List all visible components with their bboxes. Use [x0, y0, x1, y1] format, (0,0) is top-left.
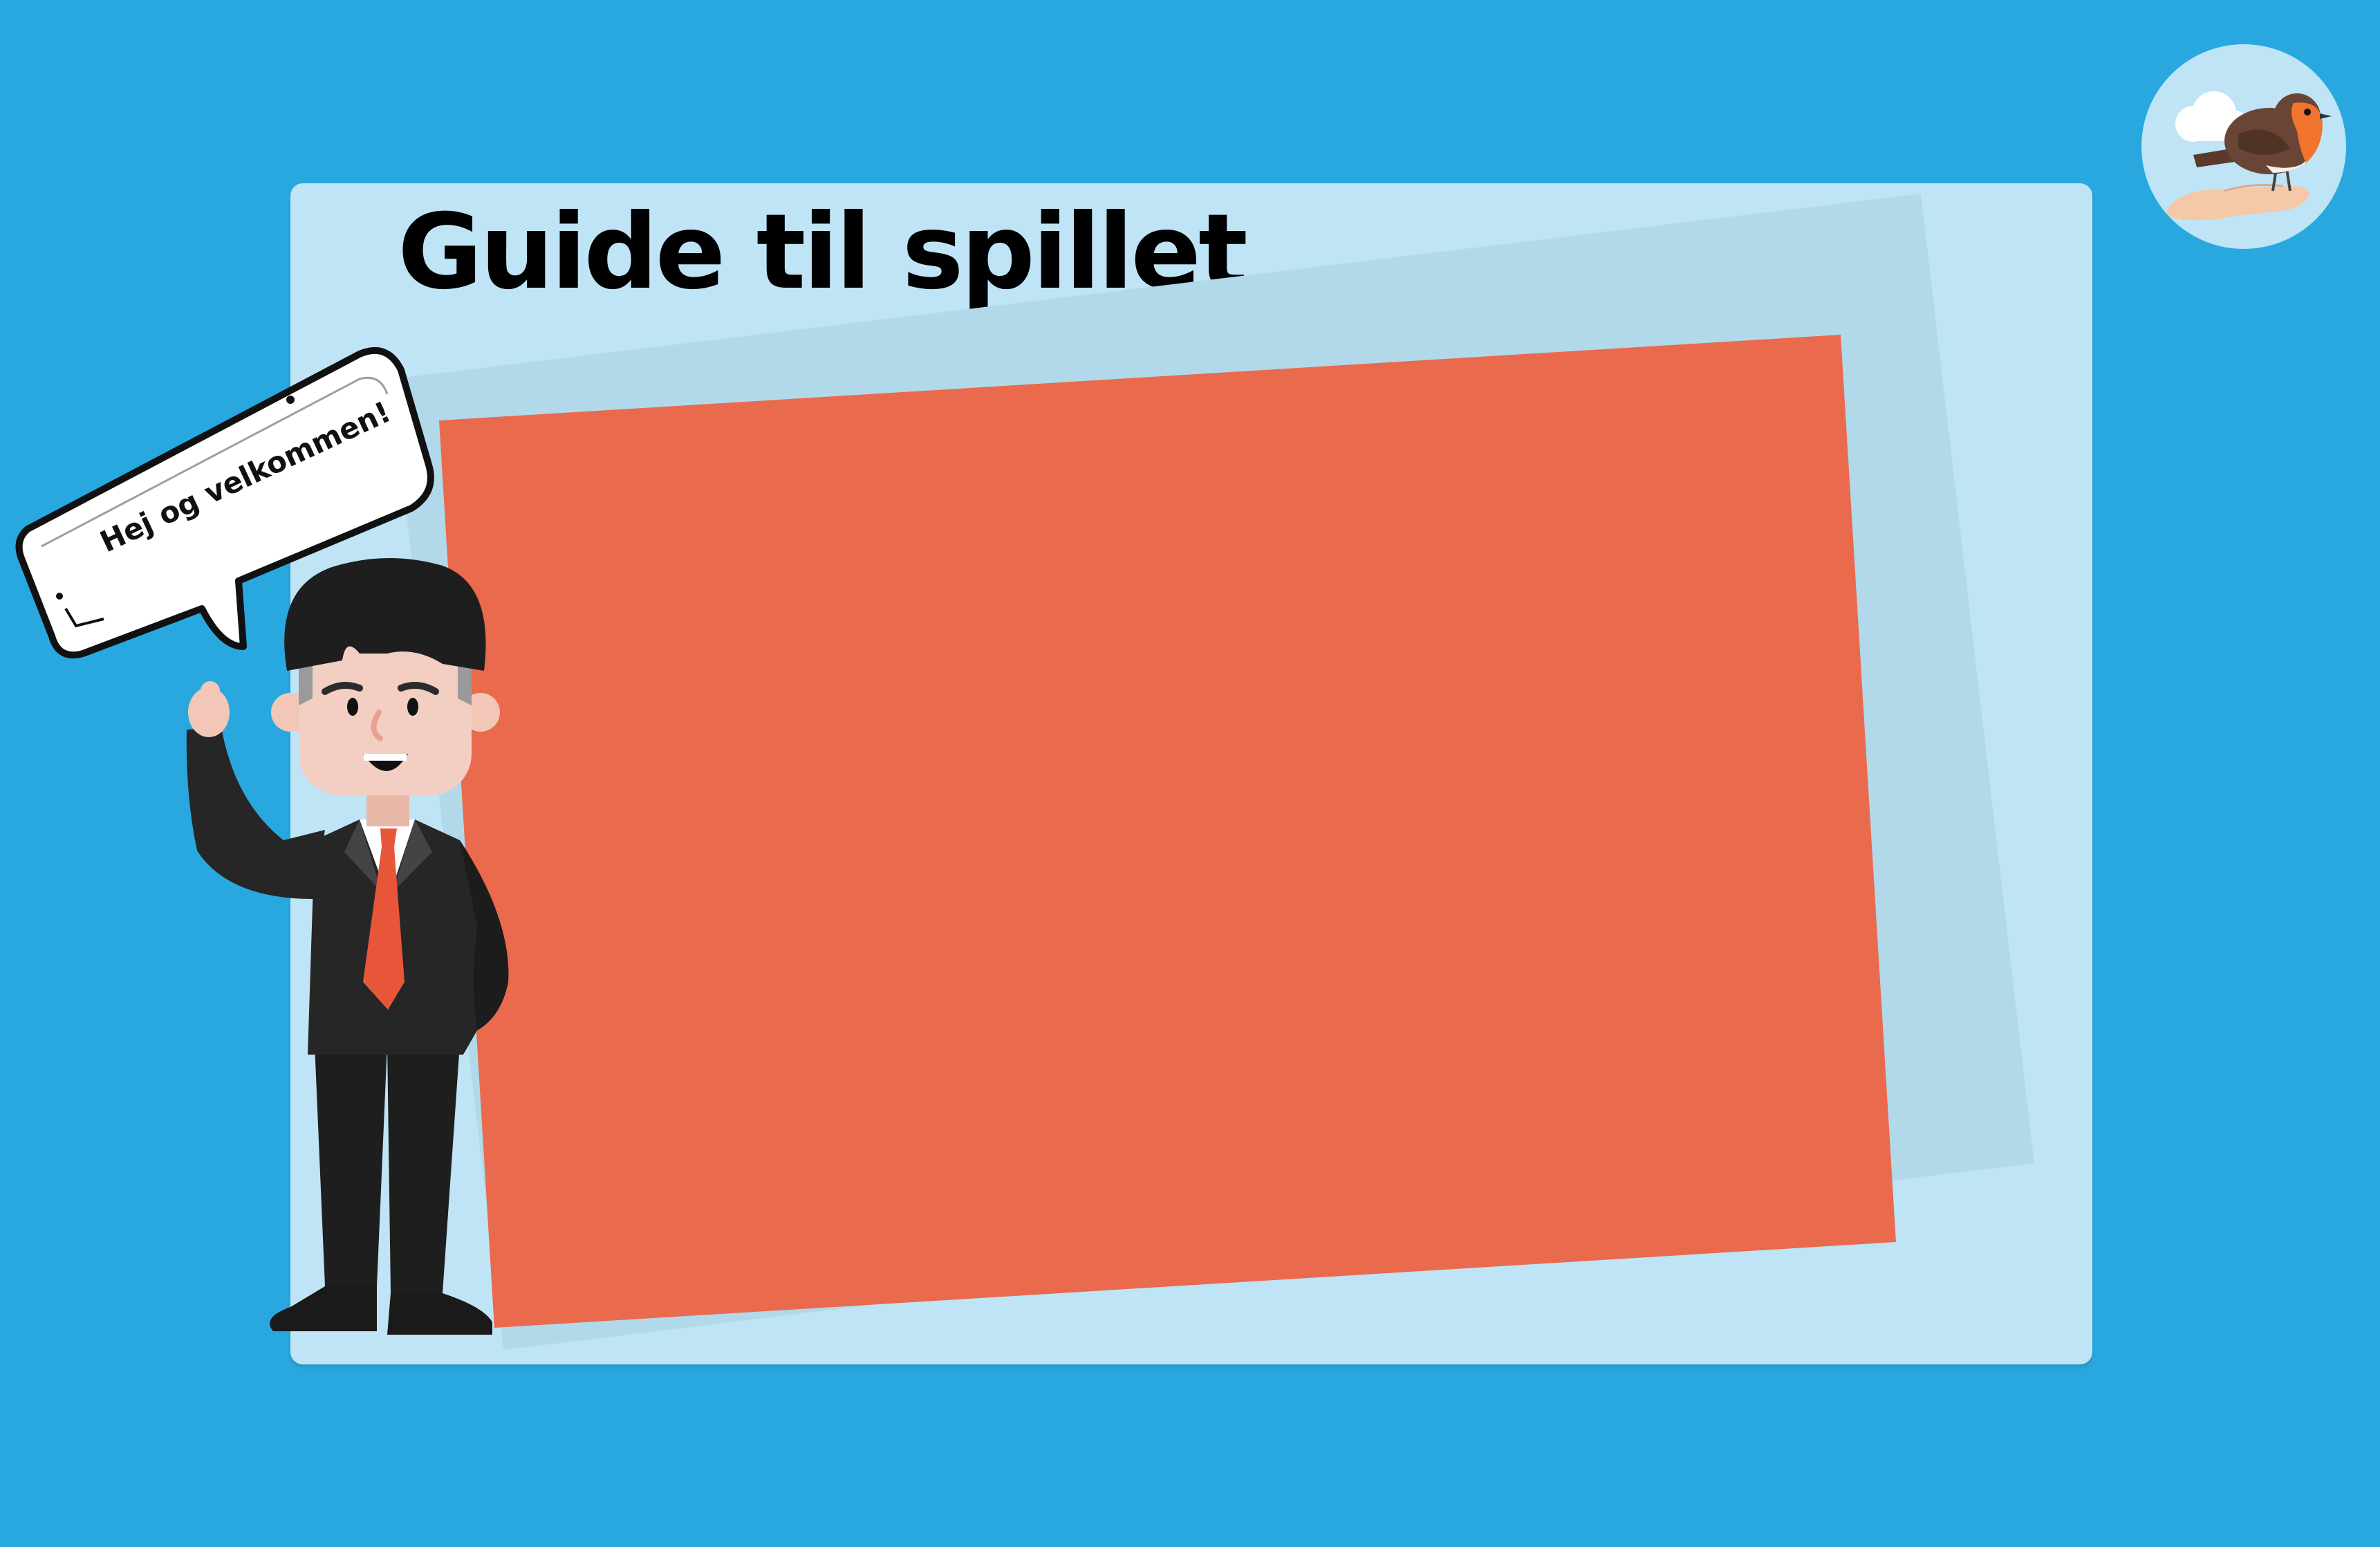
robin-logo-button[interactable] [2141, 44, 2346, 249]
guide-panel [290, 183, 2092, 1364]
robin-bird-on-hand-icon [2166, 91, 2332, 221]
page-title: Guide til spillet [398, 192, 1248, 313]
